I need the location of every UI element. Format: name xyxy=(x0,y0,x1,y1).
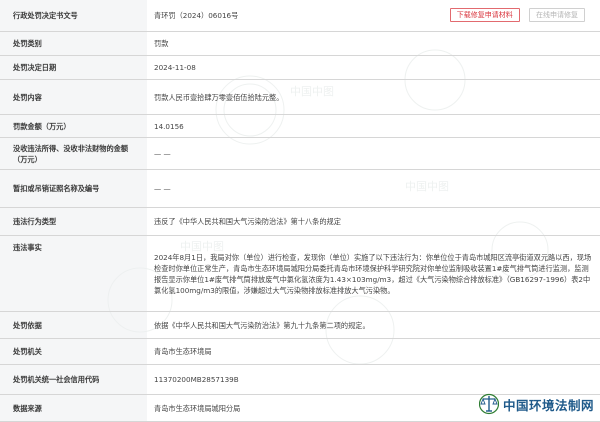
value-penalty-content: 罚款人民币壹拾肆万零壹佰伍拾陆元整。 xyxy=(147,79,600,115)
online-repair-application-button[interactable]: 在线申请修复 xyxy=(529,8,585,22)
value-penalty-basis: 依据《中华人民共和国大气污染防治法》第九十九条第二项的规定。 xyxy=(147,311,600,339)
value-decision-date: 2024-11-08 xyxy=(147,55,600,80)
label-confiscation-amount: 没收违法所得、没收非法财物的金额（万元） xyxy=(0,137,147,170)
label-violation-type: 违法行为类型 xyxy=(0,207,147,236)
row-decision-date: 处罚决定日期 2024-11-08 xyxy=(0,55,600,80)
label-penalty-content: 处罚内容 xyxy=(0,79,147,115)
label-authority: 处罚机关 xyxy=(0,338,147,365)
row-penalty-basis: 处罚依据 依据《中华人民共和国大气污染防治法》第九十九条第二项的规定。 xyxy=(0,311,600,339)
value-fine-amount: 14.0156 xyxy=(147,114,600,138)
label-decision-date: 处罚决定日期 xyxy=(0,55,147,80)
label-credit-code: 处罚机关统一社会信用代码 xyxy=(0,364,147,395)
label-doc-number: 行政处罚决定书文号 xyxy=(0,0,147,32)
row-violation-type: 违法行为类型 违反了《中华人民共和国大气污染防治法》第十八条的规定 xyxy=(0,207,600,236)
download-repair-materials-button[interactable]: 下载修复申请材料 xyxy=(449,8,520,22)
action-buttons: 下载修复申请材料 在线申请修复 xyxy=(449,8,585,22)
value-violation-facts: 2024年8月1日，我局对你（单位）进行检查，发现你（单位）实施了以下违法行为：… xyxy=(147,235,600,312)
value-doc-number: 青环罚（2024）06016号 xyxy=(154,11,239,20)
label-penalty-type: 处罚类别 xyxy=(0,31,147,56)
label-penalty-basis: 处罚依据 xyxy=(0,311,147,339)
label-fine-amount: 罚款金额（万元） xyxy=(0,114,147,138)
value-doc-number-cell: 青环罚（2024）06016号 下载修复申请材料 在线申请修复 xyxy=(147,0,600,32)
row-license: 暂扣或吊销证照名称及编号 — — xyxy=(0,169,600,208)
value-license: — — xyxy=(147,169,600,208)
label-license: 暂扣或吊销证照名称及编号 xyxy=(0,169,147,208)
row-penalty-type: 处罚类别 罚款 xyxy=(0,31,600,56)
row-confiscation-amount: 没收违法所得、没收非法财物的金额（万元） — — xyxy=(0,137,600,170)
row-penalty-content: 处罚内容 罚款人民币壹拾肆万零壹佰伍拾陆元整。 xyxy=(0,79,600,115)
row-fine-amount: 罚款金额（万元） 14.0156 xyxy=(0,114,600,138)
scales-of-justice-icon xyxy=(478,393,499,415)
site-logo: 中国环境法制网 xyxy=(478,391,594,417)
penalty-info-table: 行政处罚决定书文号 青环罚（2024）06016号 下载修复申请材料 在线申请修… xyxy=(0,0,600,422)
value-authority: 青岛市生态环境局 xyxy=(147,338,600,365)
row-violation-facts: 违法事实 2024年8月1日，我局对你（单位）进行检查，发现你（单位）实施了以下… xyxy=(0,235,600,312)
value-penalty-type: 罚款 xyxy=(147,31,600,56)
row-doc-number: 行政处罚决定书文号 青环罚（2024）06016号 下载修复申请材料 在线申请修… xyxy=(0,0,600,32)
logo-text: 中国环境法制网 xyxy=(502,397,594,413)
label-violation-facts: 违法事实 xyxy=(0,235,147,312)
label-data-source: 数据来源 xyxy=(0,394,147,422)
value-violation-type: 违反了《中华人民共和国大气污染防治法》第十八条的规定 xyxy=(147,207,600,236)
row-authority: 处罚机关 青岛市生态环境局 xyxy=(0,338,600,365)
value-credit-code: 11370200MB2857139B xyxy=(147,364,600,395)
value-confiscation-amount: — — xyxy=(147,137,600,170)
row-credit-code: 处罚机关统一社会信用代码 11370200MB2857139B xyxy=(0,364,600,395)
